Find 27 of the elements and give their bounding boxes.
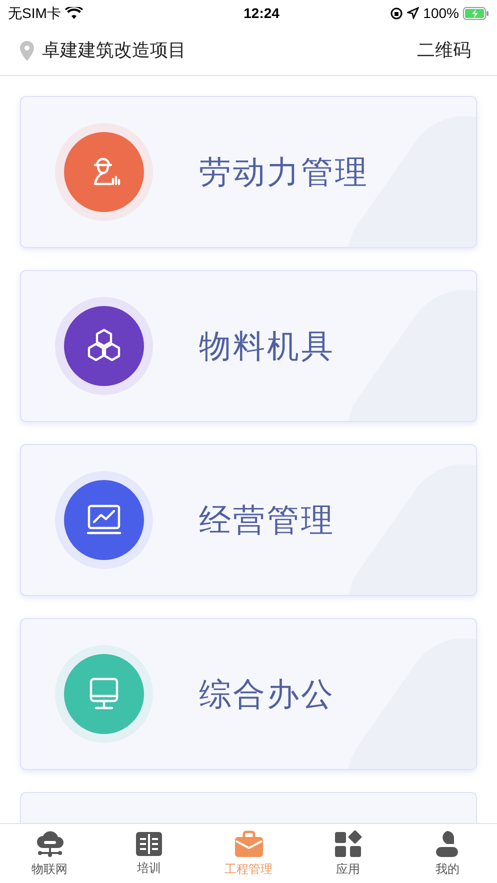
- module-title: 综合办公: [199, 675, 335, 714]
- clock-text: 12:24: [244, 4, 280, 22]
- tab-bar-item[interactable]: 我的: [398, 824, 497, 883]
- tab-bar-item[interactable]: 培训: [99, 824, 199, 883]
- carrier-text: 无SIM卡: [8, 4, 61, 22]
- user-icon: [434, 830, 460, 858]
- tab-bar-item[interactable]: 物联网: [0, 824, 100, 883]
- module-card[interactable]: 综合办公: [20, 618, 477, 770]
- briefcase-icon: [234, 830, 264, 858]
- location-pin-icon: [20, 40, 34, 60]
- apps-grid-icon: [334, 830, 362, 858]
- module-card[interactable]: 物料机具: [20, 270, 477, 422]
- module-title: 经营管理: [199, 501, 335, 540]
- module-card[interactable]: 劳动力管理: [20, 96, 477, 248]
- tab-bar-item[interactable]: 应用: [298, 824, 398, 883]
- project-name[interactable]: 卓建建筑改造项目: [42, 37, 186, 64]
- module-title: 物料机具: [199, 327, 335, 366]
- cloud-network-icon: [34, 830, 65, 858]
- book-icon: [135, 830, 164, 856]
- module-card[interactable]: 经营管理: [20, 444, 477, 596]
- module-title: 劳动力管理: [199, 153, 369, 192]
- wifi-icon: [64, 6, 83, 20]
- battery-text: 100%: [423, 4, 459, 22]
- rotation-lock-icon: [390, 6, 404, 20]
- qr-code-button[interactable]: 二维码: [417, 37, 471, 64]
- battery-charging-icon: [462, 6, 489, 20]
- location-arrow-icon: [407, 7, 420, 19]
